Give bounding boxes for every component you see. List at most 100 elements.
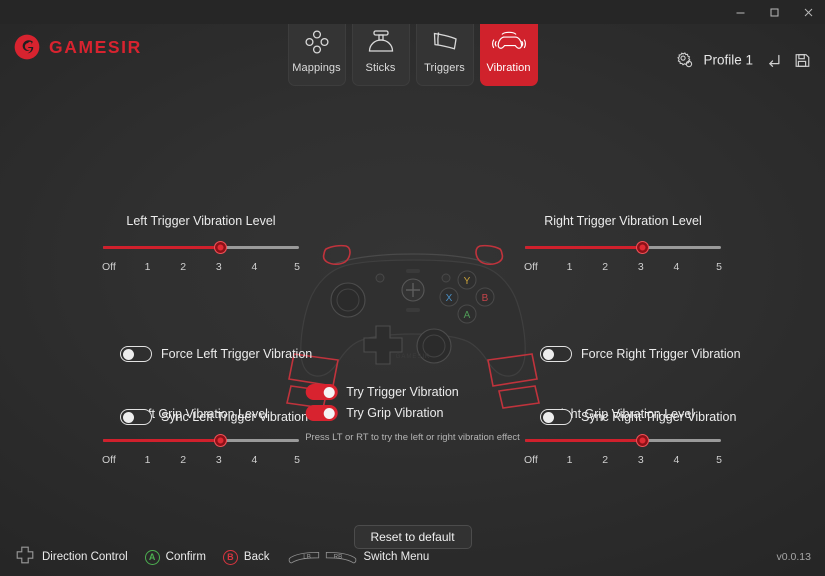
svg-text:B: B bbox=[481, 293, 488, 304]
try-vibration-block: Try Trigger Vibration Try Grip Vibration… bbox=[305, 384, 520, 443]
toggle-knob bbox=[542, 411, 554, 423]
tick: 3 bbox=[637, 454, 644, 466]
tab-label: Triggers bbox=[424, 62, 465, 74]
tab-label: Sticks bbox=[365, 62, 396, 74]
version-label: v0.0.13 bbox=[776, 551, 811, 563]
slider-track-right-trigger[interactable] bbox=[525, 241, 721, 255]
profile-area: Profile 1 bbox=[675, 51, 811, 70]
tab-triggers[interactable]: Triggers bbox=[415, 14, 474, 86]
sticks-icon bbox=[366, 26, 396, 58]
tick: 1 bbox=[144, 261, 151, 273]
slider-ticks: Off 1 2 3 4 5 bbox=[523, 454, 723, 466]
slider-track-left-grip[interactable] bbox=[103, 434, 299, 448]
brand: GAMESIR bbox=[14, 34, 142, 60]
tick: 3 bbox=[637, 261, 644, 273]
try-hint-text: Press LT or RT to try the left or right … bbox=[305, 432, 520, 443]
gear-profile-icon[interactable] bbox=[675, 51, 694, 70]
hint-label: Switch Menu bbox=[363, 551, 430, 563]
a-button-icon: A bbox=[144, 549, 160, 565]
close-button[interactable] bbox=[791, 0, 825, 24]
slider-ticks: Off 1 2 3 4 5 bbox=[101, 261, 301, 273]
header: GAMESIR Mappings Sticks Triggers Vibrati… bbox=[0, 14, 825, 96]
toggle-switch[interactable] bbox=[120, 409, 152, 425]
hint-label: Back bbox=[243, 551, 270, 563]
tab-sticks[interactable]: Sticks bbox=[351, 14, 410, 86]
footer-status-bar: Direction Control A Confirm B Back LB RB… bbox=[0, 538, 825, 576]
toggle-label: Sync Left Trigger Vibration bbox=[161, 410, 309, 424]
toggle-row-try-trigger[interactable]: Try Trigger Vibration bbox=[305, 384, 459, 400]
slider-track-left-trigger[interactable] bbox=[103, 241, 299, 255]
slider-left-trigger: Left Trigger Vibration Level Off 1 2 3 4… bbox=[101, 214, 301, 273]
slider-title: Left Trigger Vibration Level bbox=[126, 214, 276, 228]
footer-hints: Direction Control A Confirm B Back LB RB… bbox=[14, 544, 429, 571]
hint-confirm: A Confirm bbox=[144, 549, 206, 565]
tab-label: Mappings bbox=[292, 62, 341, 74]
slider-ticks: Off 1 2 3 4 5 bbox=[523, 261, 723, 273]
slider-track-fill bbox=[103, 439, 221, 442]
tick: 3 bbox=[215, 261, 222, 273]
toggle-row-sync-left-trigger[interactable]: Sync Left Trigger Vibration bbox=[120, 409, 308, 425]
toggle-knob bbox=[122, 348, 134, 360]
tab-mappings[interactable]: Mappings bbox=[287, 14, 346, 86]
slider-thumb[interactable] bbox=[636, 434, 650, 447]
toggle-label: Sync Right Trigger Vibration bbox=[581, 410, 737, 424]
tick: 2 bbox=[602, 261, 609, 273]
svg-text:Y: Y bbox=[463, 276, 470, 287]
tick: 4 bbox=[673, 261, 680, 273]
main-tabs: Mappings Sticks Triggers Vibration bbox=[287, 14, 538, 86]
toggle-row-try-grip[interactable]: Try Grip Vibration bbox=[305, 405, 443, 421]
hint-label: Confirm bbox=[165, 551, 206, 563]
gamesir-logo-icon bbox=[14, 34, 40, 60]
slider-thumb[interactable] bbox=[214, 241, 228, 254]
toggle-knob bbox=[542, 348, 554, 360]
slider-track-fill bbox=[525, 246, 643, 249]
tick: 5 bbox=[294, 261, 300, 273]
tab-vibration[interactable]: Vibration bbox=[479, 14, 538, 86]
toggle-knob bbox=[323, 386, 335, 398]
tick: 2 bbox=[602, 454, 609, 466]
b-button-icon: B bbox=[222, 549, 238, 565]
app-window: GAMESIR Mappings Sticks Triggers Vibrati… bbox=[0, 0, 825, 576]
hint-label: Direction Control bbox=[42, 551, 128, 563]
hint-direction-control: Direction Control bbox=[14, 544, 128, 571]
gamepad-vibration-icon bbox=[491, 26, 526, 58]
slider-title: Right Trigger Vibration Level bbox=[544, 214, 702, 228]
toggle-switch[interactable] bbox=[540, 409, 572, 425]
brand-text: GAMESIR bbox=[49, 36, 142, 57]
toggle-label: Force Right Trigger Vibration bbox=[581, 347, 741, 361]
toggle-switch[interactable] bbox=[540, 346, 572, 362]
slider-track-right-grip[interactable] bbox=[525, 434, 721, 448]
tick: 2 bbox=[180, 454, 187, 466]
toggle-row-force-left-trigger[interactable]: Force Left Trigger Vibration bbox=[120, 346, 312, 362]
bumper-rb-label: RB bbox=[333, 554, 342, 561]
slider-track-fill bbox=[525, 439, 643, 442]
tick: 1 bbox=[566, 261, 573, 273]
slider-thumb[interactable] bbox=[636, 241, 650, 254]
profile-name[interactable]: Profile 1 bbox=[703, 53, 753, 68]
minimize-button[interactable] bbox=[723, 0, 757, 24]
toggle-switch[interactable] bbox=[305, 384, 338, 400]
floppy-save-icon[interactable] bbox=[793, 51, 811, 69]
triggers-icon bbox=[430, 26, 460, 58]
toggle-label: Force Left Trigger Vibration bbox=[161, 347, 313, 361]
tick: 5 bbox=[294, 454, 300, 466]
toggle-switch[interactable] bbox=[305, 405, 338, 421]
svg-text:A: A bbox=[463, 310, 470, 321]
undo-arrow-icon[interactable] bbox=[764, 51, 782, 69]
slider-ticks: Off 1 2 3 4 5 bbox=[101, 454, 301, 466]
maximize-button[interactable] bbox=[757, 0, 791, 24]
toggle-row-sync-right-trigger[interactable]: Sync Right Trigger Vibration bbox=[540, 409, 736, 425]
tick: 5 bbox=[716, 261, 722, 273]
dpad-icon bbox=[14, 544, 36, 571]
bumper-lb-label: LB bbox=[303, 554, 311, 561]
title-bar bbox=[0, 0, 825, 24]
toggle-label: Try Grip Vibration bbox=[346, 406, 444, 420]
slider-track-fill bbox=[103, 246, 221, 249]
tick: 4 bbox=[673, 454, 680, 466]
slider-thumb[interactable] bbox=[214, 434, 228, 447]
toggle-switch[interactable] bbox=[120, 346, 152, 362]
toggle-row-force-right-trigger[interactable]: Force Right Trigger Vibration bbox=[540, 346, 741, 362]
tab-label: Vibration bbox=[486, 62, 531, 74]
bumper-icon: LB RB bbox=[287, 549, 358, 565]
mappings-icon bbox=[302, 26, 332, 58]
